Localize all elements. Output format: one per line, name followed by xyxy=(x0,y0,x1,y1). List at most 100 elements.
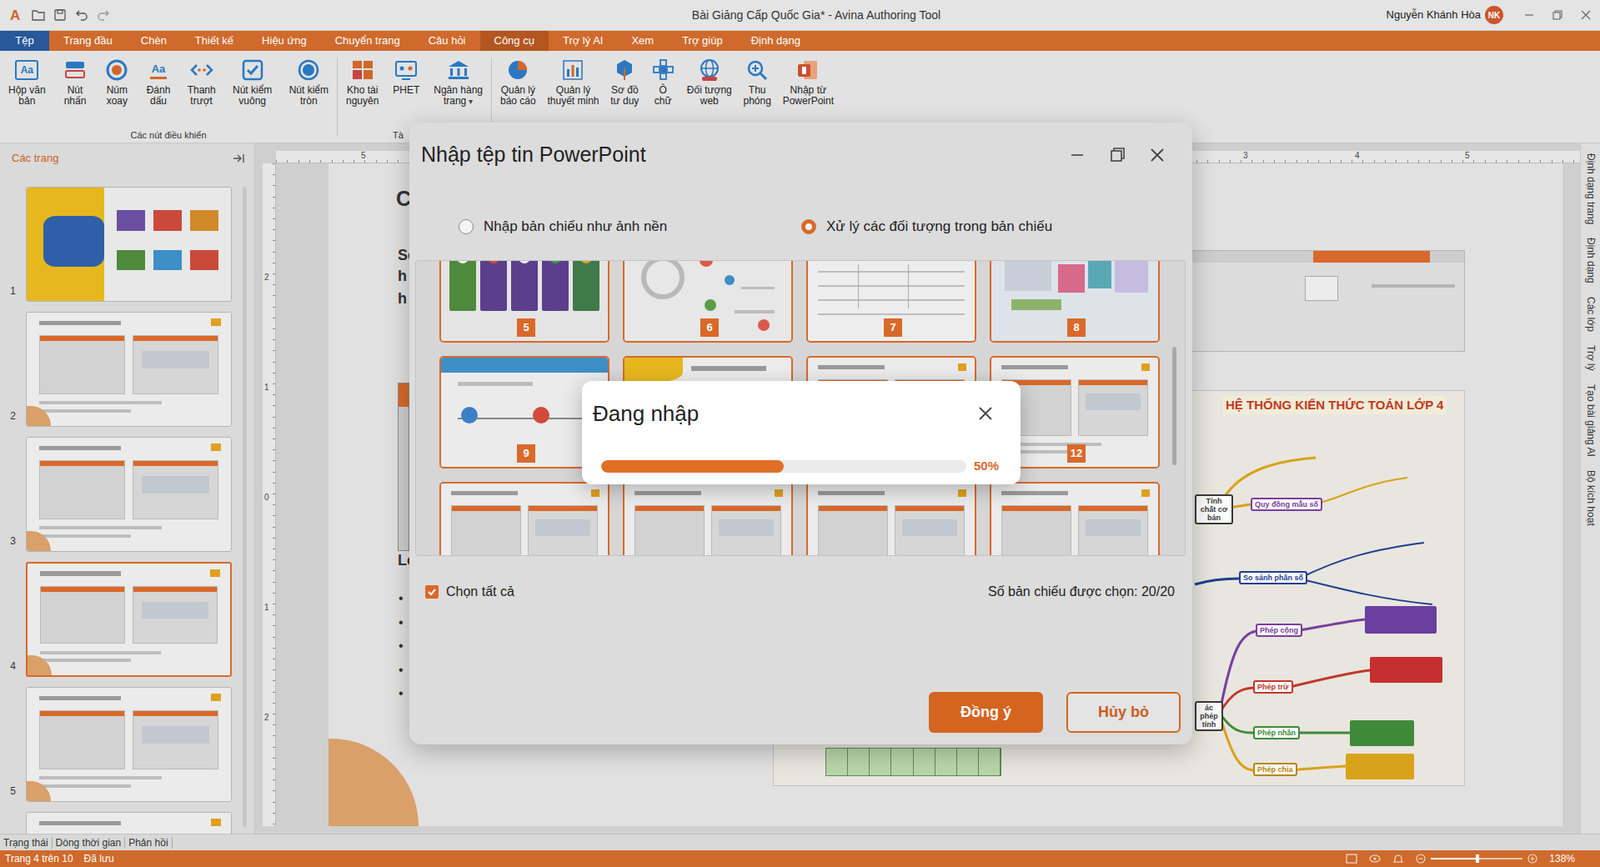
restore-icon[interactable] xyxy=(1543,0,1572,31)
ribbon-label[interactable]: Đánh xyxy=(146,85,171,96)
close-icon[interactable] xyxy=(975,403,996,424)
radio-label[interactable]: Nhập bản chiếu như ảnh nền xyxy=(483,215,668,238)
ribbon-label[interactable]: Hộp văn xyxy=(8,85,46,96)
zoom-in-icon[interactable] xyxy=(1527,853,1538,864)
side-tab[interactable]: Định dạng xyxy=(1585,237,1596,284)
resource-icon[interactable] xyxy=(350,57,376,83)
notes-icon[interactable] xyxy=(1345,853,1358,864)
ribbon-button[interactable]: Aa Đánhdấu xyxy=(146,50,171,107)
ribbon-label[interactable]: nguyên xyxy=(346,95,379,107)
slide-thumbnail[interactable] xyxy=(25,561,232,678)
slide-text[interactable]: h xyxy=(397,290,407,307)
user-name[interactable]: Nguyễn Khánh Hòa xyxy=(1386,6,1481,24)
menu-tab-label[interactable]: Hiệu ứng xyxy=(261,32,307,50)
redo-icon[interactable] xyxy=(96,8,111,22)
slide-thumbnail[interactable] xyxy=(25,311,232,427)
cancel-button[interactable]: Hủy bỏ xyxy=(1066,692,1181,733)
ribbon-label[interactable]: Quản lý xyxy=(501,85,536,96)
slide-image-frame[interactable] xyxy=(397,382,410,552)
ribbon-button[interactable]: AaHộp vănbản xyxy=(8,50,46,107)
ribbon-button[interactable]: Thuphóng xyxy=(743,50,772,107)
ribbon-label[interactable]: tròn xyxy=(300,95,318,107)
slide-thumbnail[interactable] xyxy=(25,436,232,552)
menu-tab[interactable]: Trợ lý AI xyxy=(548,30,618,51)
ribbon-label[interactable]: trang xyxy=(443,95,467,107)
bottom-tab[interactable]: Trạng thái xyxy=(0,837,53,849)
ribbon-button[interactable]: Đối tượngweb xyxy=(687,50,733,107)
button-icon[interactable] xyxy=(62,57,88,83)
preview-icon[interactable] xyxy=(1369,853,1381,864)
ribbon-button[interactable]: Thanhtrượt xyxy=(187,50,216,107)
slide-thumbnail[interactable] xyxy=(25,687,232,803)
ribbon-label[interactable]: phóng xyxy=(743,95,772,107)
checkbox-icon[interactable] xyxy=(240,57,266,83)
slide-choice[interactable] xyxy=(806,481,977,557)
menu-tab-label[interactable]: Xem xyxy=(631,32,654,50)
menu-tab-label[interactable]: Trợ lý AI xyxy=(562,32,604,50)
folder-icon[interactable] xyxy=(31,8,46,22)
ribbon-label[interactable]: Ô xyxy=(658,85,667,96)
menu-tab-label[interactable]: Trợ giúp xyxy=(682,32,723,50)
ribbon-label[interactable]: dấu xyxy=(150,95,167,107)
side-tab[interactable]: Trợ lý xyxy=(1585,345,1596,372)
ribbon-label[interactable]: Sơ đồ xyxy=(611,85,639,96)
zoom-out-icon[interactable] xyxy=(1415,853,1426,864)
ribbon-label[interactable]: web xyxy=(700,95,719,107)
menu-tab[interactable]: Chuyển trang xyxy=(321,30,415,51)
ribbon-button[interactable]: Ôchữ xyxy=(650,50,676,107)
ribbon-label[interactable]: trượt xyxy=(190,95,213,107)
side-tab[interactable]: Tạo bài giảng AI xyxy=(1585,384,1596,457)
button-label[interactable]: Hủy bỏ xyxy=(1098,701,1149,724)
menu-tab[interactable]: Thiết kế xyxy=(180,30,248,51)
button-label[interactable]: Đồng ý xyxy=(960,701,1012,724)
radio-option[interactable]: Nhập bản chiếu như ảnh nền xyxy=(458,215,802,238)
minimize-icon[interactable] xyxy=(1514,0,1544,31)
dropdown-icon[interactable]: ▾ xyxy=(468,95,473,107)
close-icon[interactable] xyxy=(1147,145,1168,166)
highlight-icon[interactable]: Aa xyxy=(150,61,168,80)
bell-icon[interactable] xyxy=(1392,853,1405,864)
ribbon-label[interactable]: thuyết minh xyxy=(546,95,599,107)
ribbon-button[interactable]: Sơ đồtư duy xyxy=(610,50,639,107)
radio-button[interactable] xyxy=(801,219,817,235)
ribbon-label[interactable]: bản xyxy=(18,95,36,107)
ribbon-label[interactable]: Quản lý xyxy=(556,85,591,96)
user-avatar[interactable]: NK xyxy=(1484,5,1504,25)
powerpoint-icon[interactable] xyxy=(795,57,821,83)
ribbon-label[interactable]: Thu xyxy=(748,85,767,96)
ribbon-label[interactable]: Nút xyxy=(67,85,84,96)
side-tab[interactable]: Bộ kích hoạt xyxy=(1585,470,1596,527)
ribbon-label[interactable]: chữ xyxy=(654,95,673,107)
menu-tab-label[interactable]: Câu hỏi xyxy=(428,32,467,50)
slide-row[interactable]: 2 xyxy=(0,311,255,427)
slide-choice[interactable] xyxy=(439,481,610,557)
ribbon-button[interactable]: PHET xyxy=(392,50,420,96)
slide-choice[interactable]: 7 xyxy=(806,260,977,343)
slide-row[interactable]: 5 xyxy=(0,687,255,803)
menu-tab[interactable]: Tệp xyxy=(0,30,50,51)
slide-picker-scrollbar[interactable] xyxy=(1172,346,1177,466)
ok-button[interactable]: Đồng ý xyxy=(928,692,1044,733)
zoom-icon[interactable] xyxy=(744,57,770,83)
pie-chart-icon[interactable] xyxy=(505,57,531,83)
ribbon-label[interactable]: Nhập từ xyxy=(790,85,827,96)
menu-tab-label[interactable]: Công cụ xyxy=(494,32,535,50)
radio-button[interactable] xyxy=(458,219,474,235)
zoom-track[interactable] xyxy=(1430,857,1523,860)
slide-row[interactable]: 1 xyxy=(0,186,255,302)
ribbon-label[interactable]: Đối tượng xyxy=(687,85,733,96)
slide-choice[interactable]: 8 xyxy=(989,260,1160,343)
menu-tab-label[interactable]: Chèn xyxy=(140,32,167,50)
simulation-icon[interactable] xyxy=(393,57,419,83)
slide-choice[interactable]: 5 xyxy=(439,260,610,343)
ribbon-button[interactable]: Nút kiểmtròn xyxy=(289,50,329,107)
ribbon-button[interactable]: Quản lýthuyết minh xyxy=(546,50,599,107)
ribbon-button[interactable]: Kho tàinguyên xyxy=(346,50,379,107)
maximize-icon[interactable] xyxy=(1107,145,1128,166)
zoom-knob[interactable] xyxy=(1475,854,1480,863)
ribbon-button[interactable]: Númxoay xyxy=(104,50,130,107)
bank-icon[interactable] xyxy=(446,57,472,83)
radio-label[interactable]: Xử lý các đối tượng trong bản chiếu xyxy=(826,215,1053,238)
select-all-checkbox[interactable] xyxy=(425,585,439,599)
ribbon-button[interactable]: Quản lýbáo cáo xyxy=(500,50,537,107)
